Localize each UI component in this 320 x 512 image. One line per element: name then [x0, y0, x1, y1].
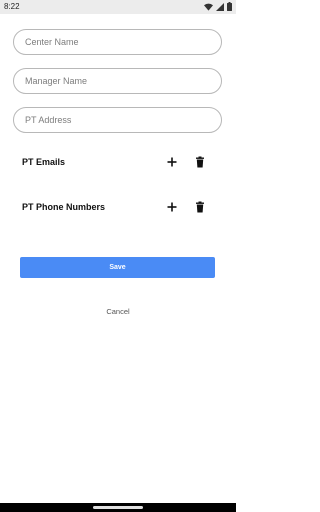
status-icons: [204, 2, 232, 11]
manager-name-input[interactable]: [14, 69, 221, 93]
add-phone-plus-icon[interactable]: [165, 200, 179, 214]
pt-address-field[interactable]: [13, 107, 222, 133]
navigation-bar: [0, 503, 236, 512]
pt-emails-row: PT Emails: [22, 155, 222, 169]
manager-name-field[interactable]: [13, 68, 222, 94]
status-time: 8:22: [4, 2, 20, 11]
center-name-input[interactable]: [14, 30, 221, 54]
save-button[interactable]: Save: [20, 257, 215, 278]
status-bar: 8:22: [0, 0, 236, 14]
pt-phone-numbers-label: PT Phone Numbers: [22, 202, 106, 212]
delete-email-trash-icon[interactable]: [193, 155, 207, 169]
pt-address-input[interactable]: [14, 108, 221, 132]
wifi-icon: [204, 3, 213, 11]
battery-icon: [227, 2, 232, 11]
pt-phone-numbers-row: PT Phone Numbers: [22, 200, 222, 214]
delete-phone-trash-icon[interactable]: [193, 200, 207, 214]
signal-icon: [216, 2, 224, 11]
cancel-button[interactable]: Cancel: [88, 305, 148, 317]
center-name-field[interactable]: [13, 29, 222, 55]
home-indicator[interactable]: [93, 506, 143, 509]
pt-emails-label: PT Emails: [22, 157, 66, 167]
add-email-plus-icon[interactable]: [165, 155, 179, 169]
